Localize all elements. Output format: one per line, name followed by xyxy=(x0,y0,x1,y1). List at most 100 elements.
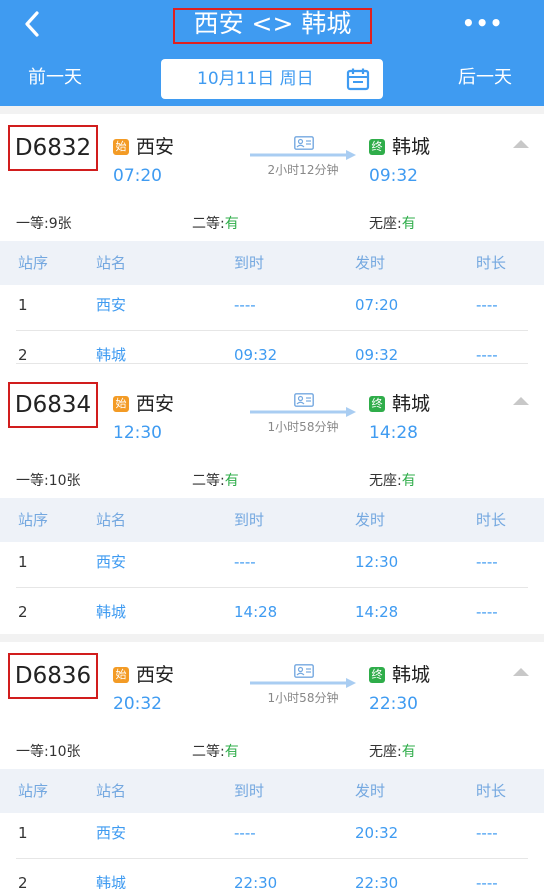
seat-first-label: 一等: xyxy=(16,216,49,232)
seat-second-label: 二等: xyxy=(192,473,225,489)
train-card[interactable]: D6836 始西安 20:32 1小时58分钟终韩城 22:30 一等:10张 二等:有… xyxy=(0,634,544,889)
arrive-time: 09:32 xyxy=(369,166,418,186)
prev-day-button[interactable]: 前一天 xyxy=(28,66,82,90)
stop-name[interactable]: 西安 xyxy=(96,823,126,843)
end-station-badge: 终 xyxy=(369,396,385,412)
stops-table-header: 站序 站名 到时 发时 时长 xyxy=(0,241,544,285)
trip-duration: 2小时12分钟 xyxy=(267,163,339,177)
train-number[interactable]: D6832 xyxy=(8,125,98,171)
train-number[interactable]: D6834 xyxy=(8,382,98,428)
stop-duration: ---- xyxy=(476,346,498,364)
collapse-caret-icon[interactable] xyxy=(512,666,530,678)
stops-table-header: 站序 站名 到时 发时 时长 xyxy=(0,498,544,542)
column-header: 站名 xyxy=(96,782,127,800)
stop-duration: ---- xyxy=(476,296,498,314)
stop-name[interactable]: 西安 xyxy=(96,552,126,572)
route-title: 西安 <> 韩城 xyxy=(193,9,352,38)
column-header: 站序 xyxy=(18,254,49,272)
seat-first-class: 一等:10张 xyxy=(16,742,81,762)
start-station-badge: 始 xyxy=(113,667,129,683)
stop-departure: 12:30 xyxy=(355,553,399,571)
next-day-button[interactable]: 后一天 xyxy=(458,66,512,90)
seat-first-value: 10张 xyxy=(48,473,81,489)
stop-duration: ---- xyxy=(476,824,498,842)
date-label: 10月11日 周日 xyxy=(197,69,314,89)
column-header: 时长 xyxy=(476,511,507,529)
section-divider xyxy=(0,106,544,114)
seat-no-seat: 无座:有 xyxy=(369,214,416,234)
seat-second-class: 二等:有 xyxy=(192,471,239,491)
id-card-icon xyxy=(294,136,314,150)
route-arrow-icon xyxy=(250,407,356,417)
route-arrow-icon xyxy=(250,678,356,688)
column-header: 时长 xyxy=(476,254,507,272)
seat-no-seat: 无座:有 xyxy=(369,471,416,491)
stop-arrival: ---- xyxy=(234,296,256,314)
arrive-time: 14:28 xyxy=(369,423,418,443)
calendar-icon xyxy=(346,68,370,91)
column-header: 发时 xyxy=(355,254,386,272)
stop-seq: 2 xyxy=(18,346,28,364)
row-divider xyxy=(16,587,528,588)
stop-duration: ---- xyxy=(476,874,498,889)
date-selector[interactable]: 10月11日 周日 xyxy=(161,59,383,99)
to-station: 韩城 xyxy=(392,664,431,686)
stop-arrival: 09:32 xyxy=(234,346,278,364)
stop-name[interactable]: 西安 xyxy=(96,295,126,315)
seat-none-value: 有 xyxy=(401,473,416,489)
start-station-badge: 始 xyxy=(113,396,129,412)
stop-name[interactable]: 韩城 xyxy=(96,873,126,889)
train-number[interactable]: D6836 xyxy=(8,653,98,699)
column-header: 发时 xyxy=(355,511,386,529)
depart-time: 07:20 xyxy=(113,166,162,186)
seat-first-class: 一等:9张 xyxy=(16,214,72,234)
seat-second-label: 二等: xyxy=(192,744,225,760)
column-header: 到时 xyxy=(234,254,265,272)
id-card-icon xyxy=(294,393,314,407)
top-bar: 西安 <> 韩城 ••• 前一天 10月11日 周日 后一天 xyxy=(0,0,544,106)
collapse-caret-icon[interactable] xyxy=(512,138,530,150)
seat-first-value: 10张 xyxy=(48,744,81,760)
stop-name[interactable]: 韩城 xyxy=(96,602,126,622)
column-header: 站序 xyxy=(18,511,49,529)
more-dots-icon[interactable]: ••• xyxy=(462,10,502,36)
stop-departure: 20:32 xyxy=(355,824,399,842)
seat-second-value: 有 xyxy=(224,216,239,232)
seat-second-class: 二等:有 xyxy=(192,214,239,234)
seat-none-label: 无座: xyxy=(369,744,402,760)
train-card[interactable]: D6834 始西安 12:30 1小时58分钟终韩城 14:28 一等:10张 二等:有… xyxy=(0,371,544,634)
seat-second-value: 有 xyxy=(224,473,239,489)
row-divider xyxy=(16,363,528,364)
stop-departure: 14:28 xyxy=(355,603,399,621)
stop-duration: ---- xyxy=(476,553,498,571)
start-station-badge: 始 xyxy=(113,139,129,155)
seat-first-value: 9张 xyxy=(48,216,72,232)
seat-second-class: 二等:有 xyxy=(192,742,239,762)
end-station-badge: 终 xyxy=(369,139,385,155)
back-chevron-icon[interactable] xyxy=(18,9,48,39)
end-station-badge: 终 xyxy=(369,667,385,683)
collapse-caret-icon[interactable] xyxy=(512,395,530,407)
stop-name[interactable]: 韩城 xyxy=(96,345,126,365)
column-header: 发时 xyxy=(355,782,386,800)
section-divider xyxy=(0,634,544,642)
row-divider xyxy=(16,330,528,331)
stops-table-header: 站序 站名 到时 发时 时长 xyxy=(0,769,544,813)
seat-none-value: 有 xyxy=(401,744,416,760)
stop-seq: 2 xyxy=(18,603,28,621)
stop-arrival: 22:30 xyxy=(234,874,278,889)
seat-none-label: 无座: xyxy=(369,473,402,489)
stop-seq: 1 xyxy=(18,553,28,571)
from-station: 西安 xyxy=(136,664,175,686)
column-header: 站名 xyxy=(96,254,127,272)
train-card[interactable]: D6832 始西安 07:20 2小时12分钟 终韩城 09:32 一等:9张 二等:有 无… xyxy=(0,106,544,371)
trip-duration: 1小时58分钟 xyxy=(267,691,339,705)
arrive-time: 22:30 xyxy=(369,694,418,714)
stop-departure: 07:20 xyxy=(355,296,399,314)
seat-none-label: 无座: xyxy=(369,216,402,232)
seat-first-class: 一等:10张 xyxy=(16,471,81,491)
stop-arrival: 14:28 xyxy=(234,603,278,621)
stop-seq: 2 xyxy=(18,874,28,889)
trip-duration: 1小时58分钟 xyxy=(267,420,339,434)
stop-seq: 1 xyxy=(18,296,28,314)
